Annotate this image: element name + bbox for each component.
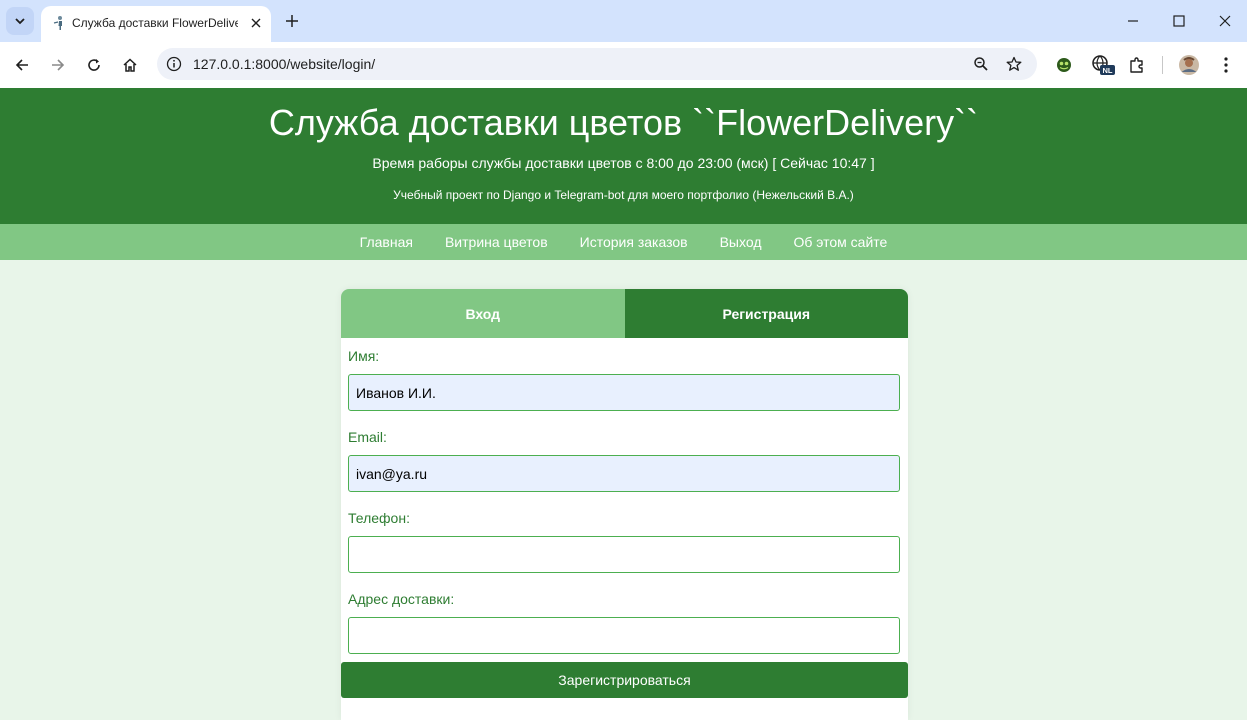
new-tab-icon[interactable] bbox=[282, 11, 302, 31]
reload-icon[interactable] bbox=[83, 54, 105, 76]
site-title: Служба доставки цветов ``FlowerDelivery`… bbox=[268, 102, 979, 143]
bookmark-star-icon[interactable] bbox=[1004, 54, 1024, 74]
chevron-down-icon bbox=[15, 18, 25, 25]
tab-search-button[interactable] bbox=[6, 7, 34, 35]
email-label: Email: bbox=[348, 429, 387, 445]
auth-tabs: Вход Регистрация bbox=[341, 289, 908, 338]
url-text[interactable]: 127.0.0.1:8000/website/login/ bbox=[193, 56, 375, 72]
name-input[interactable] bbox=[348, 374, 900, 411]
register-button[interactable]: Зарегистрироваться bbox=[341, 662, 908, 698]
nav-link-logout[interactable]: Выход bbox=[720, 233, 762, 251]
browser-menu-icon[interactable] bbox=[1215, 54, 1237, 76]
site-info-icon[interactable] bbox=[163, 53, 185, 75]
phone-input[interactable] bbox=[348, 536, 900, 573]
address-label: Адрес доставки: bbox=[348, 591, 455, 607]
extension-frog-icon[interactable] bbox=[1053, 54, 1075, 76]
tab-register[interactable]: Регистрация bbox=[624, 289, 908, 338]
address-bar[interactable]: 127.0.0.1:8000/website/login/ bbox=[157, 48, 1037, 80]
phone-label: Телефон: bbox=[348, 510, 410, 526]
tab-login[interactable]: Вход bbox=[341, 289, 625, 338]
nav-link-showcase[interactable]: Витрина цветов bbox=[445, 233, 548, 251]
nav-link-home[interactable]: Главная bbox=[360, 233, 413, 251]
zoom-icon[interactable] bbox=[971, 54, 991, 74]
site-header: Служба доставки цветов ``FlowerDelivery`… bbox=[0, 88, 1247, 224]
close-tab-icon[interactable] bbox=[247, 14, 265, 32]
name-label: Имя: bbox=[348, 348, 380, 364]
main-nav: Главная Витрина цветов История заказов В… bbox=[0, 224, 1247, 260]
toolbar-separator bbox=[1162, 56, 1163, 74]
vpn-globe-icon[interactable]: NL bbox=[1090, 54, 1116, 76]
profile-avatar[interactable] bbox=[1178, 54, 1200, 76]
maximize-icon[interactable] bbox=[1169, 11, 1189, 31]
email-input[interactable] bbox=[348, 455, 900, 492]
address-input[interactable] bbox=[348, 617, 900, 654]
extensions-puzzle-icon[interactable] bbox=[1126, 54, 1148, 76]
back-icon[interactable] bbox=[11, 54, 33, 76]
minimize-icon[interactable] bbox=[1123, 11, 1143, 31]
working-hours: Время раборы службы доставки цветов с 8:… bbox=[372, 155, 875, 171]
site-subtitle: Учебный проект по Django и Telegram-bot … bbox=[393, 188, 854, 202]
nav-link-order-history[interactable]: История заказов bbox=[580, 233, 688, 251]
browser-tab-strip: Служба доставки FlowerDelivery bbox=[0, 0, 1247, 42]
person-favicon-icon bbox=[53, 16, 62, 30]
nav-link-about[interactable]: Об этом сайте bbox=[793, 233, 887, 251]
home-icon[interactable] bbox=[119, 54, 141, 76]
browser-toolbar: 127.0.0.1:8000/website/login/ NL bbox=[0, 42, 1247, 88]
auth-card: Вход Регистрация Имя: Email: Телефон: Ад… bbox=[341, 289, 908, 720]
extension-badge: NL bbox=[1103, 66, 1113, 75]
forward-icon[interactable] bbox=[47, 54, 69, 76]
browser-tab[interactable]: Служба доставки FlowerDelivery bbox=[41, 6, 271, 42]
tab-title: Служба доставки FlowerDelivery bbox=[72, 16, 238, 30]
close-window-icon[interactable] bbox=[1215, 11, 1235, 31]
